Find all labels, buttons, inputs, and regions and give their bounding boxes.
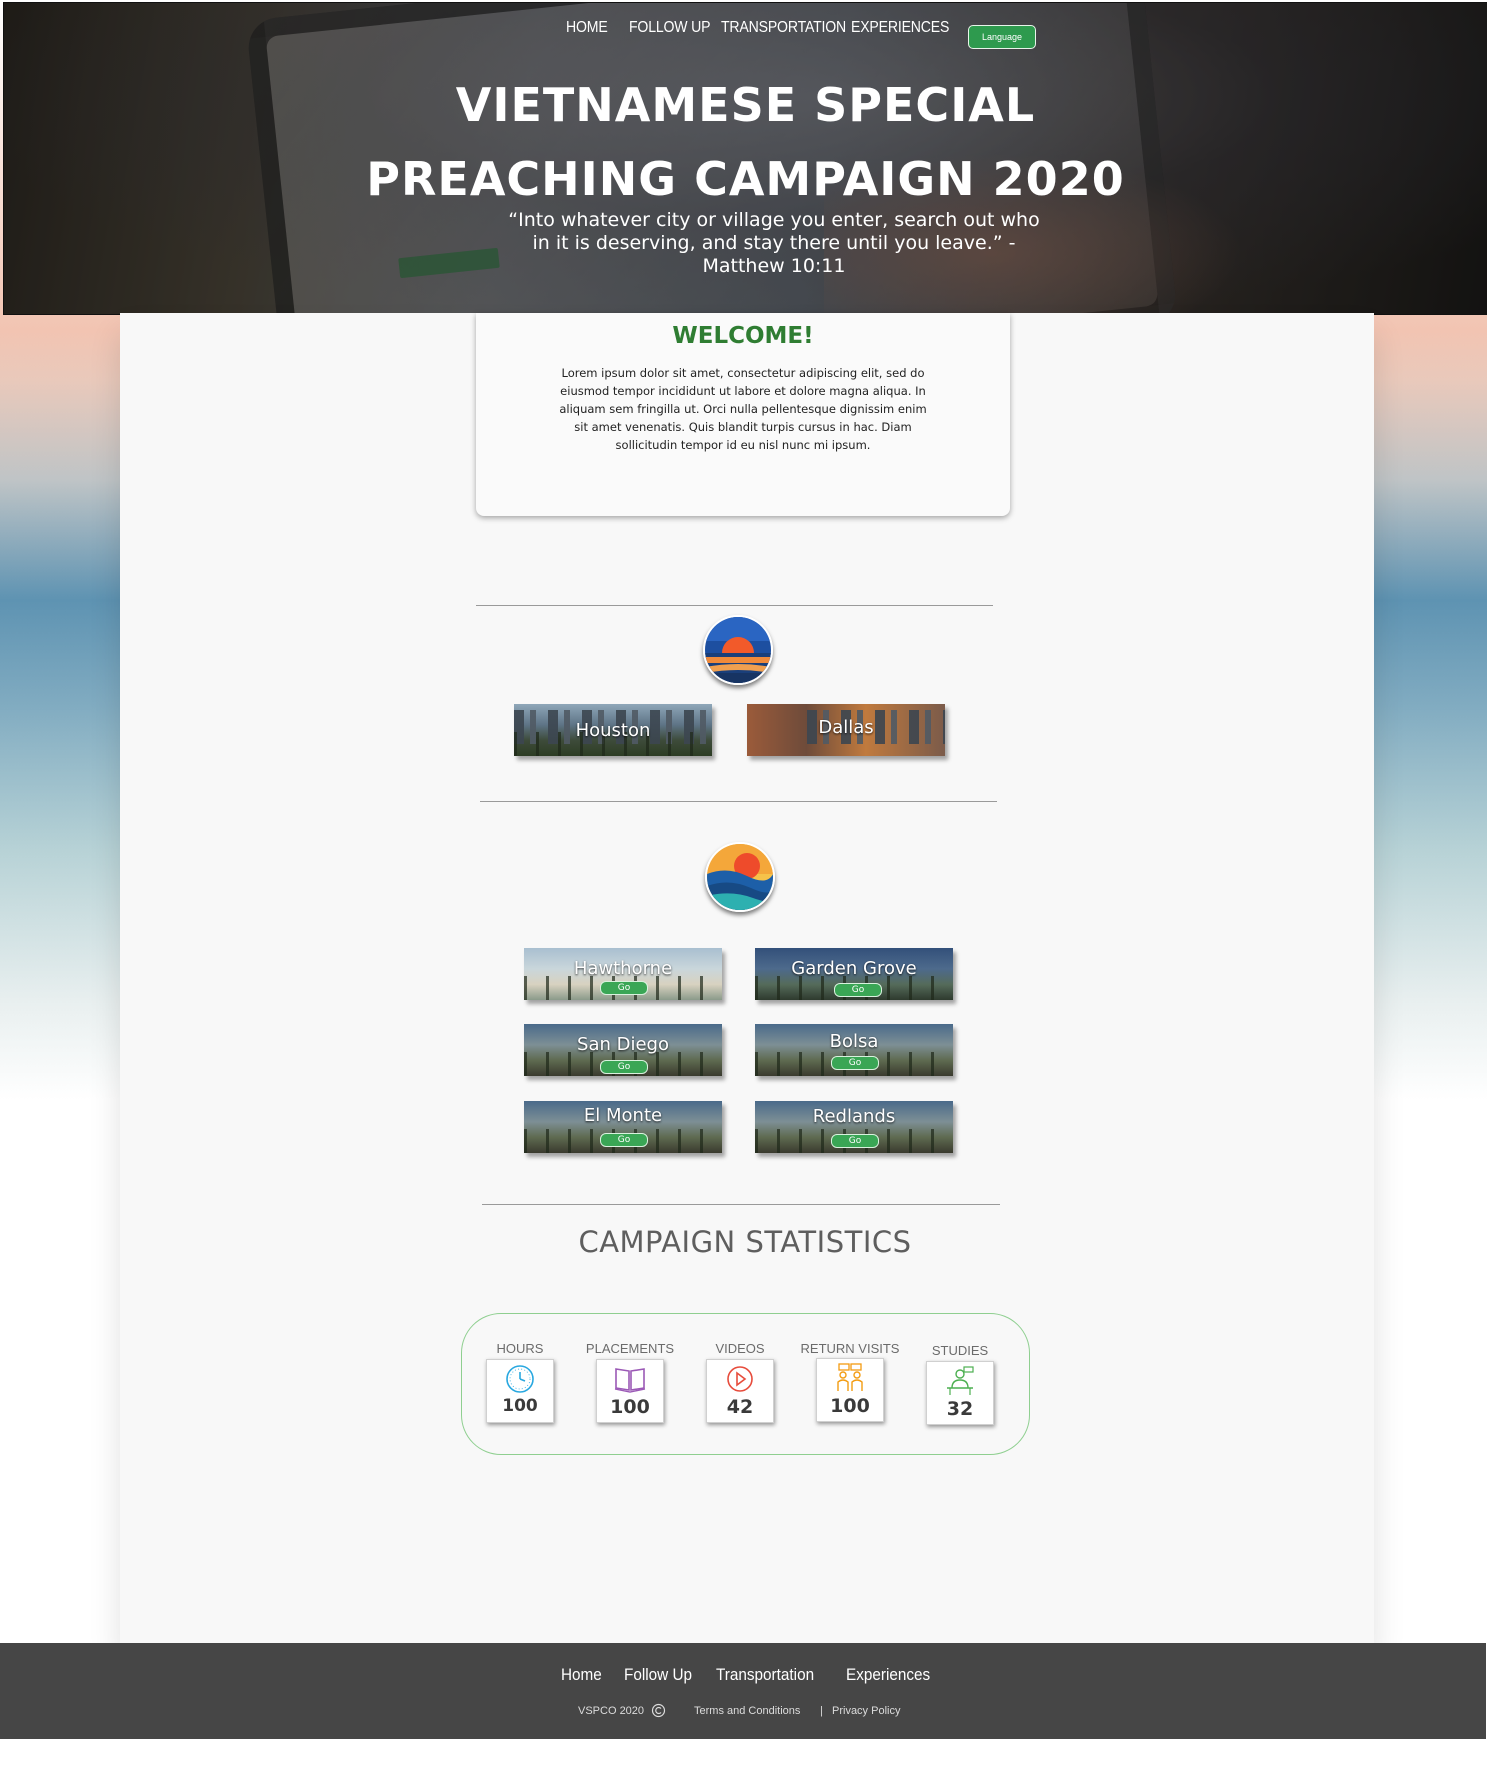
stat-value: 42	[726, 1396, 754, 1418]
go-button[interactable]: Go	[834, 983, 882, 997]
city-tile-dallas[interactable]: Dallas	[747, 704, 945, 756]
divider	[482, 1204, 1000, 1205]
go-button[interactable]: Go	[600, 981, 648, 995]
city-tile-label: Garden Grove	[791, 958, 917, 979]
city-tile-label: San Diego	[577, 1034, 669, 1055]
stat-label: HOURS	[496, 1341, 544, 1356]
copyright-icon	[651, 1703, 666, 1721]
footer-nav-home[interactable]: Home	[561, 1665, 602, 1685]
welcome-text: Lorem ipsum dolor sit amet, consectetur …	[559, 366, 927, 452]
copyright-text: VSPCO 2020	[578, 1705, 645, 1717]
welcome-title: WELCOME!	[672, 323, 814, 349]
hero-quote: “Into whatever city or village you enter…	[508, 209, 1040, 277]
footer-nav-experiences[interactable]: Experiences	[846, 1665, 930, 1685]
play-icon	[727, 1366, 753, 1392]
city-tile-label: Dallas	[818, 717, 874, 738]
city-tile-houston[interactable]: Houston	[514, 704, 712, 756]
city-tile-bolsa[interactable]: Bolsa Go	[755, 1024, 953, 1076]
welcome-card: WELCOME! Lorem ipsum dolor sit amet, con…	[476, 313, 1010, 516]
stat-placements: PLACEMENTS 100	[575, 1341, 685, 1423]
footer-nav-transportation[interactable]: Transportation	[716, 1665, 814, 1685]
stat-label: PLACEMENTS	[585, 1341, 675, 1356]
city-tile-hawthorne[interactable]: Hawthorne Go	[524, 948, 722, 1000]
stat-studies: STUDIES 32	[905, 1343, 1015, 1425]
terms-link[interactable]: Terms and Conditions	[694, 1705, 800, 1717]
divider	[476, 605, 993, 606]
stat-hours: HOURS 100	[465, 1341, 575, 1423]
hero-title-line2: PREACHING CAMPAIGN 2020	[366, 152, 1125, 206]
book-icon	[614, 1368, 646, 1393]
hero-banner: HOME FOLLOW UP TRANSPORTATION EXPERIENCE…	[3, 2, 1487, 315]
city-tile-redlands[interactable]: Redlands Go	[755, 1101, 953, 1153]
nav-follow-up[interactable]: FOLLOW UP	[629, 19, 711, 37]
hero-title-line1: VIETNAMESE SPECIAL	[455, 78, 1036, 132]
stat-label: STUDIES	[931, 1343, 989, 1358]
stats-panel: HOURS 100 PLACEMENTS 100 VIDEOS 42 RETUR…	[461, 1313, 1030, 1455]
stat-value: 100	[610, 1396, 650, 1418]
privacy-link[interactable]: Privacy Policy	[832, 1705, 900, 1717]
study-icon	[947, 1366, 974, 1395]
stat-value: 100	[502, 1396, 538, 1416]
people-talking-icon	[837, 1363, 863, 1391]
sunset-waves-icon	[705, 842, 775, 912]
city-tile-label: Hawthorne	[573, 958, 673, 979]
stats-title: CAMPAIGN STATISTICS	[578, 1225, 912, 1259]
city-tile-label: El Monte	[583, 1105, 663, 1126]
sunset-bridge-icon	[703, 615, 773, 685]
stat-label: RETURN VISITS	[800, 1341, 900, 1356]
city-tile-label: Bolsa	[829, 1031, 879, 1052]
stat-value: 100	[830, 1395, 870, 1417]
top-nav: HOME FOLLOW UP TRANSPORTATION EXPERIENCE…	[4, 15, 1487, 49]
city-tile-label: Houston	[575, 720, 651, 741]
footer-separator: |	[820, 1705, 823, 1717]
stat-return-visits: RETURN VISITS 100	[795, 1341, 905, 1422]
nav-home[interactable]: HOME	[566, 19, 608, 37]
city-tile-el-monte[interactable]: El Monte Go	[524, 1101, 722, 1153]
footer: Home Follow Up Transportation Experience…	[0, 1643, 1486, 1739]
city-tile-san-diego[interactable]: San Diego Go	[524, 1024, 722, 1076]
divider	[480, 801, 997, 802]
go-button[interactable]: Go	[600, 1133, 648, 1147]
stat-value: 32	[946, 1398, 974, 1420]
nav-experiences[interactable]: EXPERIENCES	[851, 19, 949, 37]
hero-title: VIETNAMESE SPECIAL PREACHING CAMPAIGN 20…	[4, 68, 1487, 216]
stat-videos: VIDEOS 42	[685, 1341, 795, 1423]
clock-icon	[506, 1365, 534, 1393]
footer-nav-follow-up[interactable]: Follow Up	[624, 1665, 692, 1685]
city-tile-label: Redlands	[812, 1106, 896, 1127]
go-button[interactable]: Go	[831, 1056, 879, 1070]
go-button[interactable]: Go	[600, 1060, 648, 1074]
go-button[interactable]: Go	[831, 1134, 879, 1148]
language-button[interactable]: Language	[968, 25, 1036, 49]
stat-label: VIDEOS	[715, 1341, 765, 1356]
city-tile-garden-grove[interactable]: Garden Grove Go	[755, 948, 953, 1000]
nav-transportation[interactable]: TRANSPORTATION	[721, 19, 846, 37]
